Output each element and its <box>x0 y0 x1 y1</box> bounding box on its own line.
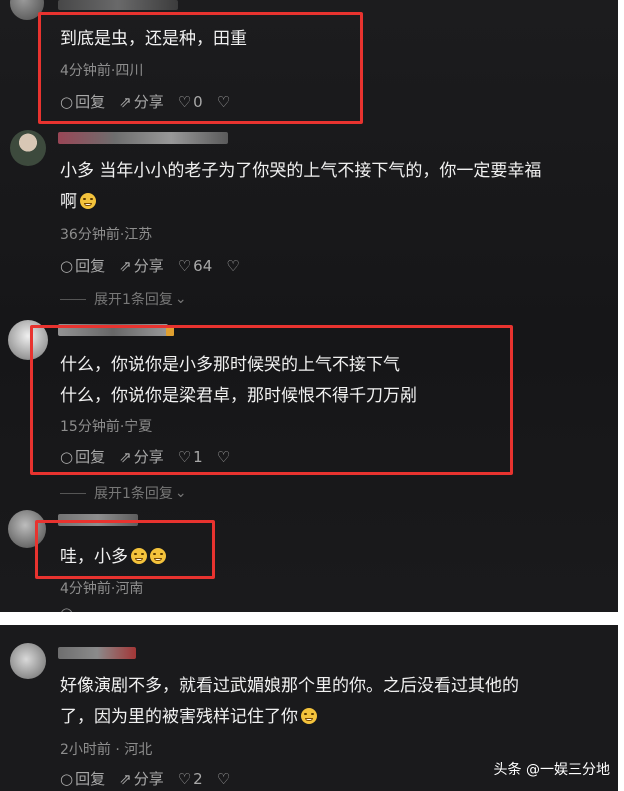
like-button[interactable]: ♡ 2 <box>178 770 203 788</box>
comment-text: 小多 当年小小的老子为了你哭的上气不接下气的，你一定要幸福 啊 <box>60 161 542 212</box>
share-icon: ⇗ <box>119 256 132 275</box>
heart-icon: ♡ <box>177 769 192 788</box>
username-blurred[interactable] <box>58 132 228 144</box>
highlight-box <box>35 520 215 579</box>
reply-button[interactable]: ○ 回复 <box>60 255 105 276</box>
username-blurred[interactable] <box>58 647 136 659</box>
tearful-emoji <box>80 193 96 209</box>
avatar[interactable] <box>10 130 46 166</box>
comment-actions: ○ 回复 ⇗ 分享 ♡ 2 ♡ <box>60 768 232 789</box>
like-button[interactable]: ♡ 64 <box>178 257 213 275</box>
highlight-box <box>38 12 363 124</box>
share-button[interactable]: ⇗ 分享 <box>119 768 164 789</box>
comment-meta: 36分钟前·江苏 <box>60 227 153 243</box>
heart-icon: ♡ <box>177 256 192 275</box>
share-button[interactable]: ⇗ 分享 <box>119 255 164 276</box>
comment-panel-top: 到底是虫，还是种，田重 4分钟前·四川 ○ 回复 ⇗ 分享 ♡ 0 ♡ 小多 当年小小… <box>0 0 618 612</box>
expand-replies-button[interactable]: 展开1条回复 ⌄ <box>60 289 187 309</box>
comment-actions: ○ 回复 ⇗ 分享 ♡ 64 ♡ <box>60 255 242 276</box>
comment-meta: 4分钟前·河南 <box>60 581 144 597</box>
chevron-down-icon: ⌄ <box>174 291 187 307</box>
tearful-emoji <box>301 708 317 724</box>
dislike-button[interactable]: ♡ <box>217 770 232 788</box>
dislike-icon: ♡ <box>226 256 240 275</box>
avatar[interactable] <box>10 643 46 679</box>
comment-actions-cut: ○ <box>60 604 87 612</box>
reply-button[interactable]: ○ 回复 <box>60 768 105 789</box>
reply-icon: ○ <box>60 769 74 788</box>
dislike-icon: ♡ <box>216 769 231 788</box>
comment-text: 好像演剧不多，就看过武媚娘那个里的你。之后没看过其他的 了，因为里的被害残样记住… <box>60 676 519 727</box>
reply-icon: ○ <box>60 256 74 275</box>
username-blurred[interactable] <box>58 0 178 10</box>
share-icon: ⇗ <box>119 769 132 788</box>
comment-meta: 2小时前 · 河北 <box>60 742 153 758</box>
highlight-box <box>30 325 513 475</box>
divider <box>60 492 86 494</box>
expand-replies-button[interactable]: 展开1条回复 ⌄ <box>60 483 187 503</box>
reply-icon[interactable]: ○ <box>60 604 73 612</box>
watermark: 头条 @一娱三分地 <box>493 762 610 778</box>
dislike-button[interactable]: ♡ <box>226 257 241 275</box>
divider <box>60 298 86 300</box>
chevron-down-icon: ⌄ <box>174 485 187 501</box>
